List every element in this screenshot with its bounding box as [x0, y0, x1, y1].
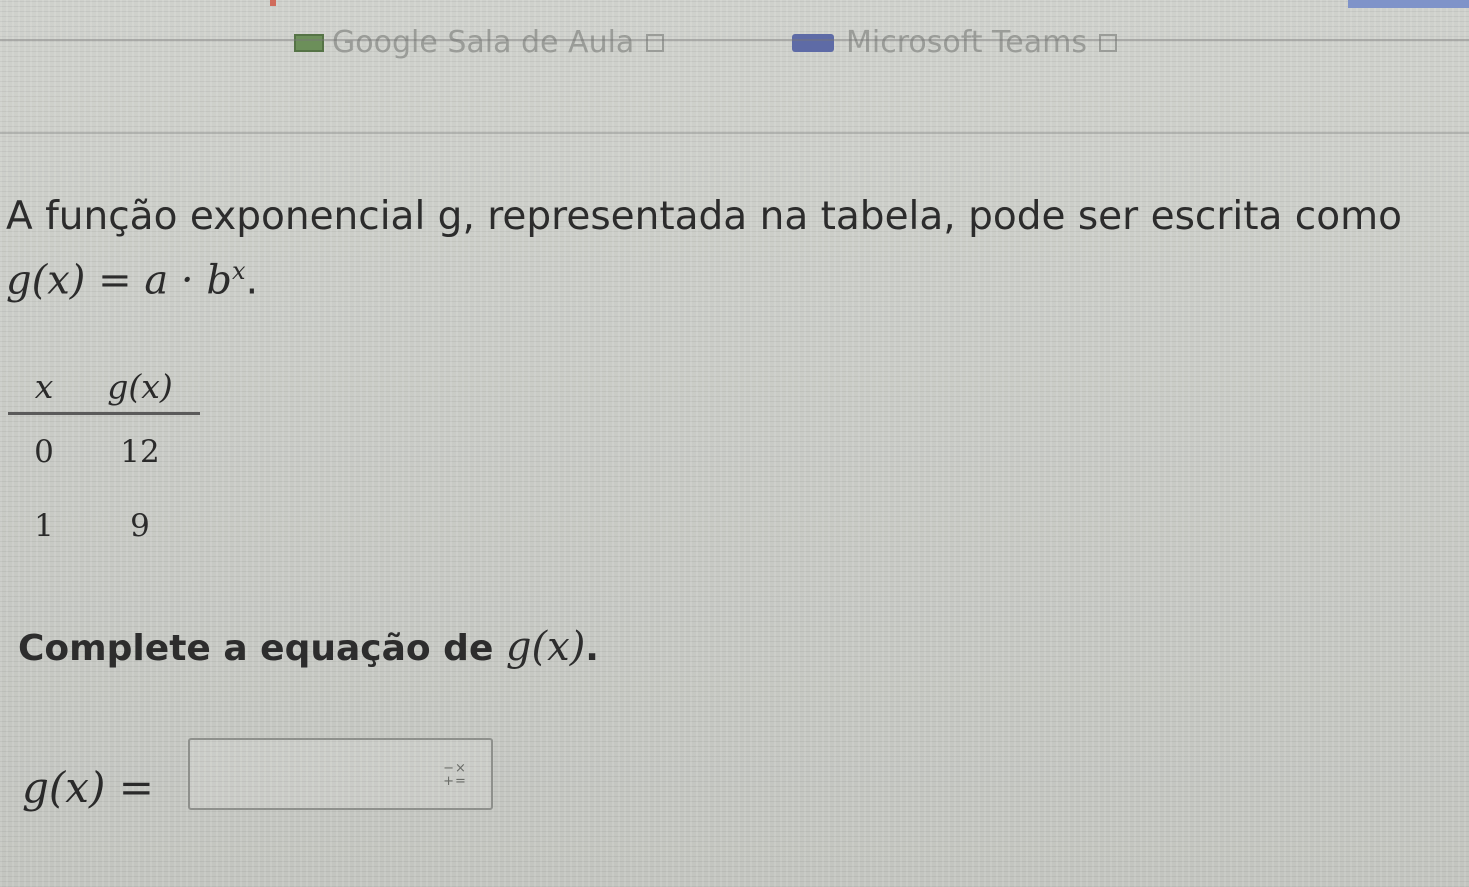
prompt-text: Complete a equação de — [18, 628, 494, 669]
keypad-icon-bottom: += — [443, 774, 467, 789]
values-table: x g(x) 0 12 1 9 — [8, 360, 200, 563]
tab-accent — [270, 0, 276, 6]
table-cell-gx: 12 — [120, 434, 160, 470]
table-header-row: x g(x) — [8, 360, 200, 415]
table-row: 0 12 — [8, 414, 200, 490]
prompt-period: . — [585, 628, 599, 669]
table-cell-x: 1 — [34, 508, 54, 544]
bookmarks-bar: Google Sala de Aula Microsoft Teams — [0, 0, 1469, 62]
bookmark-label: Microsoft Teams — [846, 25, 1087, 60]
table-row: 1 9 — [8, 489, 200, 563]
prompt-math: g(x) — [505, 624, 586, 670]
external-link-icon — [1098, 34, 1117, 52]
formula-dot: · — [180, 257, 194, 304]
external-link-icon — [646, 34, 665, 52]
divider — [0, 132, 1469, 134]
google-classroom-icon — [294, 34, 324, 52]
formula-b: b — [206, 257, 232, 304]
answer-input[interactable] — [198, 748, 432, 802]
question-intro: A função exponencial g, representada na … — [6, 190, 1402, 307]
bookmark-google-classroom[interactable]: Google Sala de Aula — [294, 25, 665, 60]
formula-period: . — [245, 257, 259, 304]
intro-text: A função exponencial g, representada na … — [6, 194, 1402, 239]
math-keypad-icon[interactable]: −× += — [442, 762, 468, 790]
bookmark-microsoft-teams[interactable]: Microsoft Teams — [792, 28, 1117, 58]
formula-lhs: g(x) — [6, 257, 86, 304]
values-table-grid: x g(x) 0 12 1 9 — [8, 360, 200, 563]
table-cell-gx: 9 — [130, 508, 150, 544]
table-header-gx: g(x) — [80, 360, 200, 415]
formula-equals: = — [98, 257, 132, 304]
table-cell-x: 0 — [34, 434, 54, 470]
table-header-x: x — [8, 360, 80, 415]
intro-formula: g(x) = a · bx. — [6, 244, 1402, 307]
microsoft-teams-icon — [792, 34, 834, 52]
task-prompt: Complete a equação de g(x). — [18, 620, 599, 676]
window-accent — [1348, 0, 1469, 8]
answer-field[interactable]: −× += — [188, 738, 493, 810]
formula-a: a — [144, 257, 169, 304]
formula-exponent: x — [231, 257, 246, 285]
bookmark-label: Google Sala de Aula — [332, 25, 635, 60]
divider — [0, 39, 1469, 41]
answer-label: g(x) = — [22, 763, 154, 812]
